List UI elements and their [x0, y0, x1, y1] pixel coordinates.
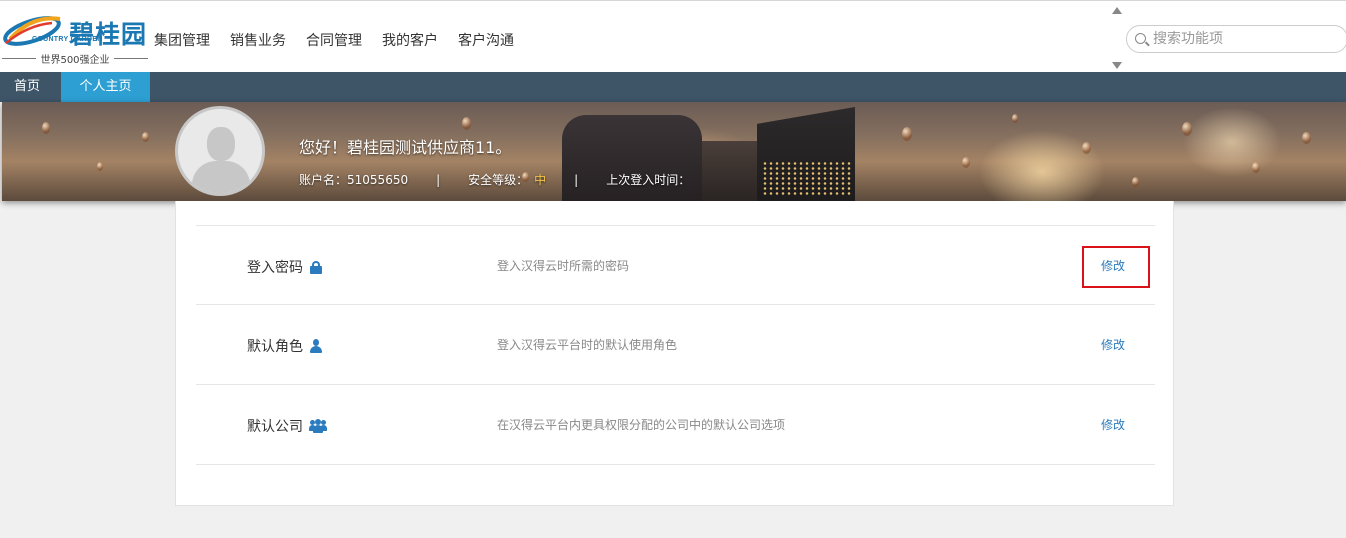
setting-label: 默认公司 — [247, 416, 327, 436]
search-icon[interactable] — [1135, 33, 1146, 44]
logo-slogan-line-right — [113, 58, 148, 59]
scroll-up-arrow-icon[interactable] — [1112, 7, 1122, 14]
setting-description: 在汉得云平台内更具权限分配的公司中的默认公司选项 — [497, 418, 786, 432]
tab-home[interactable]: 首页 — [0, 72, 54, 102]
banner-raindrop — [1302, 132, 1311, 144]
setting-description: 登入汉得云时所需的密码 — [497, 259, 630, 273]
function-search-box — [1126, 25, 1346, 53]
setting-label-text: 默认公司 — [247, 419, 303, 435]
user-icon — [309, 339, 323, 353]
edit-button-highlight-box — [1082, 246, 1150, 288]
profile-greeting: 您好！碧桂园测试供应商11。 — [299, 138, 512, 157]
edit-default-role-link[interactable]: 修改 — [1101, 336, 1125, 353]
setting-label: 登入密码 — [247, 257, 323, 277]
setting-description: 登入汉得云平台时的默认使用角色 — [497, 338, 678, 352]
setting-label: 默认角色 — [247, 336, 323, 356]
logo-slogan: 世界500强企业 — [2, 51, 148, 66]
banner-raindrop — [462, 117, 471, 130]
setting-label-text: 登入密码 — [247, 260, 303, 276]
account-label: 账户名： — [299, 173, 348, 187]
banner-building — [562, 115, 702, 201]
tab-personal-homepage[interactable]: 个人主页 — [61, 72, 150, 102]
tab-bar: 首页 个人主页 — [0, 72, 1346, 102]
nav-item-group-management[interactable]: 集团管理 — [154, 30, 210, 50]
settings-row-default-role: 默认角色 登入汉得云平台时的默认使用角色 修改 — [196, 305, 1155, 384]
logo-slogan-line-left — [2, 58, 37, 59]
nav-item-contracts[interactable]: 合同管理 — [306, 30, 362, 50]
banner-raindrop — [42, 122, 50, 134]
nav-item-sales[interactable]: 销售业务 — [230, 30, 286, 50]
scroll-down-arrow-icon[interactable] — [1112, 62, 1122, 69]
nav-item-customer-communication[interactable]: 客户沟通 — [458, 30, 514, 50]
banner-raindrop — [962, 157, 970, 168]
users-icon — [309, 419, 327, 433]
info-separator: | — [436, 172, 441, 187]
logo-slogan-text: 世界500强企业 — [40, 55, 110, 66]
banner-raindrop — [1252, 162, 1260, 173]
banner-raindrop — [902, 127, 912, 141]
banner-raindrop — [1132, 177, 1139, 187]
settings-row-login-password: 登入密码 登入汉得云时所需的密码 修改 — [196, 226, 1155, 305]
avatar-body — [192, 161, 250, 193]
security-level-label: 安全等级： — [468, 173, 529, 187]
top-header: 碧桂园 COUNTRY GARDEN 世界500强企业 集团管理 销售业务 合同… — [0, 0, 1346, 72]
info-separator: | — [574, 172, 579, 187]
security-level-value: 中 — [534, 173, 547, 187]
country-garden-logo[interactable]: 碧桂园 COUNTRY GARDEN 世界500强企业 — [2, 9, 148, 67]
last-login-label: 上次登入时间： — [606, 173, 691, 187]
logo-title: 碧桂园 — [69, 20, 148, 49]
banner-raindrop — [1082, 142, 1091, 154]
user-avatar[interactable] — [175, 106, 265, 196]
banner-city-lights — [762, 161, 852, 197]
banner-raindrop — [142, 132, 149, 142]
edit-default-company-link[interactable]: 修改 — [1101, 416, 1125, 433]
main-nav: 集团管理 销售业务 合同管理 我的客户 客户沟通 — [154, 30, 534, 50]
nav-scroll-control — [1111, 7, 1123, 69]
banner-raindrop — [1182, 122, 1192, 136]
function-search-input[interactable] — [1153, 30, 1338, 48]
logo-english-text: COUNTRY GARDEN — [32, 36, 103, 43]
banner-raindrop — [1012, 114, 1018, 123]
account-value: 51055650 — [347, 172, 409, 187]
settings-row-default-company: 默认公司 在汉得云平台内更具权限分配的公司中的默认公司选项 修改 — [196, 385, 1155, 464]
setting-label-text: 默认角色 — [247, 339, 303, 355]
avatar-head — [207, 127, 235, 161]
banner-building — [702, 141, 762, 201]
banner-raindrop — [97, 162, 103, 171]
lock-icon — [309, 260, 323, 274]
account-settings-card: 登入密码 登入汉得云时所需的密码 修改 默认角色 登入汉得云平台时的默认使用角色… — [175, 201, 1174, 506]
nav-item-my-customers[interactable]: 我的客户 — [382, 30, 438, 50]
row-divider — [196, 464, 1155, 465]
profile-info-line: 账户名： 51055650 | 安全等级： 中 | 上次登入时间： — [299, 171, 690, 188]
